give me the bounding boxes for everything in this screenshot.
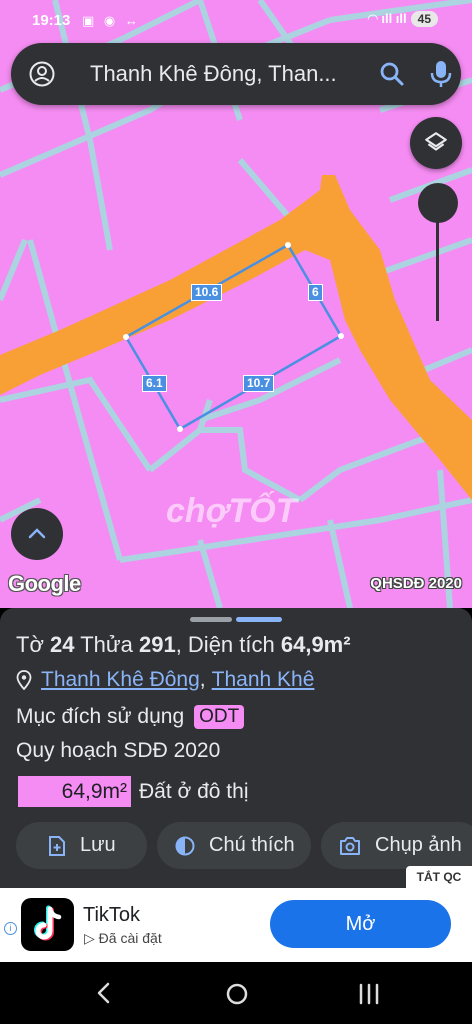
land-purpose-row: Mục đích sử dụng ODT: [16, 705, 245, 729]
edge-label-bottom: 10.7: [243, 375, 275, 392]
zone-row: 64,9m² Đất ở đô thị: [18, 776, 249, 807]
legend-button-label: Chú thích: [209, 834, 295, 856]
district-link[interactable]: Thanh Khê: [212, 668, 315, 692]
chevron-up-icon: [28, 528, 46, 539]
save-button[interactable]: Lưu: [16, 822, 147, 869]
location-pin-icon: [16, 670, 32, 690]
search-icon[interactable]: [379, 61, 405, 87]
battery-icon: 45: [410, 11, 438, 27]
purpose-code-badge: ODT: [194, 705, 245, 729]
ad-open-button[interactable]: Mở: [270, 900, 451, 948]
mic-icon[interactable]: [429, 59, 453, 89]
parcel-number: 291: [138, 632, 176, 657]
system-nav-bar: [0, 962, 472, 1024]
edge-label-left: 6.1: [142, 375, 167, 392]
back-icon[interactable]: [94, 981, 114, 1005]
area-value: 64,9m²: [280, 632, 351, 657]
opacity-slider-handle[interactable]: [418, 183, 458, 223]
area-label: , Diện tích: [175, 632, 275, 657]
status-bar: 19:13 ▣ ◉ ↔ ◠ ıll ıll 45: [0, 0, 472, 42]
google-logo: Google: [8, 571, 81, 596]
capture-button-label: Chụp ảnh: [375, 834, 462, 856]
layers-button[interactable]: [410, 117, 462, 169]
parcel-label: Thửa: [80, 632, 133, 657]
purpose-label: Mục đích sử dụng: [16, 705, 185, 728]
search-bar[interactable]: Thanh Khê Đông, Than...: [11, 43, 461, 105]
save-button-label: Lưu: [80, 834, 116, 856]
action-buttons: Lưu Chú thích Chụp ảnh: [16, 822, 472, 869]
tiktok-app-icon[interactable]: [21, 898, 74, 951]
sheet-handle-active[interactable]: [236, 617, 282, 622]
parcel-title: Tờ 24 Thửa 291, Diện tích 64,9m²: [16, 632, 351, 658]
contrast-icon: [175, 836, 195, 855]
close-ad-button[interactable]: TẮT QC: [406, 866, 472, 888]
bookmark-add-icon: [49, 835, 65, 856]
ad-app-status: ▷ Đã cài đặt: [84, 930, 162, 947]
map-layer-label: QHSDĐ 2020: [370, 575, 462, 592]
ad-app-name: TikTok: [83, 904, 141, 926]
status-time: 19:13: [32, 12, 71, 29]
search-input[interactable]: Thanh Khê Đông, Than...: [90, 61, 380, 87]
plan-label: Quy hoạch SDĐ 2020: [16, 739, 221, 762]
ad-app-status-label: Đã cài đặt: [98, 930, 162, 946]
expand-up-button[interactable]: [11, 508, 63, 560]
account-icon[interactable]: [29, 61, 55, 87]
ad-info-icon[interactable]: i: [4, 922, 17, 935]
recents-icon[interactable]: [357, 983, 381, 1005]
capture-button[interactable]: Chụp ảnh: [321, 822, 472, 869]
location-row: Thanh Khê Đông, Thanh Khê: [16, 668, 314, 692]
legend-button[interactable]: Chú thích: [157, 822, 311, 869]
location-separator: ,: [199, 668, 206, 691]
edge-label-right: 6: [308, 284, 323, 301]
sheet-number: 24: [50, 632, 75, 657]
home-icon[interactable]: [225, 982, 249, 1006]
camera-add-icon: [340, 836, 360, 855]
signal-icon: ◠ ıll ıll: [367, 11, 407, 26]
sheet-handle[interactable]: [190, 617, 232, 622]
notification-icons: ▣ ◉ ↔: [82, 13, 141, 28]
chotot-watermark: chợTỐT: [166, 492, 297, 530]
zone-area-chip: 64,9m²: [18, 776, 131, 807]
zone-description: Đất ở đô thị: [139, 779, 249, 803]
edge-label-top: 10.6: [191, 284, 223, 301]
installed-icon: ▷: [84, 930, 95, 946]
layers-icon: [425, 132, 447, 151]
parcel-info-sheet[interactable]: Tờ 24 Thửa 291, Diện tích 64,9m² Thanh K…: [0, 608, 472, 888]
ward-link[interactable]: Thanh Khê Đông: [41, 668, 200, 692]
ad-banner[interactable]: i TikTok ▷ Đã cài đặt Mở: [0, 888, 472, 962]
sheet-label: Tờ: [16, 632, 44, 657]
